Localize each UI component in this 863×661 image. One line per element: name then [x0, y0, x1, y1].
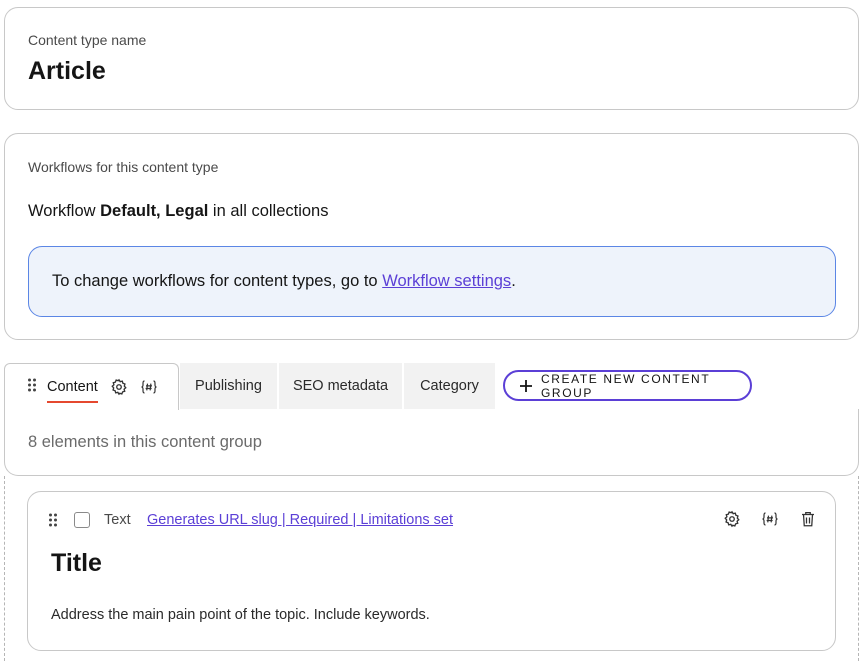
- plus-icon: [519, 379, 533, 393]
- workflows-card: Workflows for this content type Workflow…: [4, 133, 859, 340]
- tab-content[interactable]: Content: [4, 363, 179, 410]
- workflow-info-text: To change workflows for content types, g…: [52, 272, 516, 291]
- tab-publishing-label: Publishing: [195, 378, 262, 394]
- element-select-checkbox[interactable]: [74, 512, 90, 528]
- trash-icon[interactable]: [799, 510, 817, 528]
- element-title[interactable]: Title: [51, 549, 102, 578]
- tab-category-label: Category: [420, 378, 479, 394]
- workflow-info-period: .: [511, 272, 516, 290]
- element-count: 8 elements in this content group: [28, 433, 262, 451]
- workflow-info-callout: To change workflows for content types, g…: [28, 246, 836, 317]
- workflow-scope: in all collections: [212, 202, 329, 220]
- element-type: Text: [104, 512, 131, 528]
- workflow-names: Default, Legal: [100, 202, 209, 220]
- hash-icon[interactable]: [761, 510, 779, 528]
- workflow-prefix: Workflow: [28, 202, 96, 220]
- hash-icon[interactable]: [140, 378, 158, 396]
- content-element-card[interactable]: Text Generates URL slug | Required | Lim…: [27, 491, 836, 651]
- tab-seo-metadata-label: SEO metadata: [292, 378, 389, 394]
- tab-category[interactable]: Category: [404, 363, 495, 409]
- gear-icon[interactable]: [110, 378, 128, 396]
- drag-handle-icon[interactable]: [27, 377, 37, 397]
- drop-zone-border-right: [858, 476, 859, 661]
- tab-seo-metadata[interactable]: SEO metadata: [279, 363, 402, 409]
- content-type-name-card: Content type name Article: [4, 7, 859, 110]
- workflow-settings-link[interactable]: Workflow settings: [382, 272, 511, 290]
- create-content-group-button[interactable]: CREATE NEW CONTENT GROUP: [503, 370, 752, 401]
- drag-handle-icon[interactable]: [48, 512, 58, 533]
- workflows-summary: Workflow Default, Legal in all collectio…: [28, 202, 328, 221]
- create-content-group-label: CREATE NEW CONTENT GROUP: [541, 371, 711, 400]
- element-guidelines: Address the main pain point of the topic…: [51, 607, 430, 623]
- content-type-name-value[interactable]: Article: [28, 57, 106, 86]
- tab-publishing[interactable]: Publishing: [180, 363, 277, 409]
- element-actions: [723, 510, 817, 528]
- content-type-name-label: Content type name: [28, 32, 147, 48]
- workflow-info-message: To change workflows for content types, g…: [52, 272, 378, 290]
- gear-icon[interactable]: [723, 510, 741, 528]
- tab-content-label: Content: [47, 379, 98, 403]
- content-group-panel: 8 elements in this content group: [4, 409, 859, 476]
- element-properties-link[interactable]: Generates URL slug | Required | Limitati…: [147, 512, 453, 528]
- drop-zone-border-left: [4, 476, 5, 661]
- workflows-label: Workflows for this content type: [28, 159, 219, 175]
